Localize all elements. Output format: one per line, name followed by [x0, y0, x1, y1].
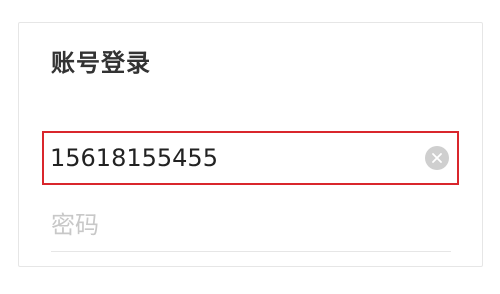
login-card: 账号登录: [18, 22, 483, 267]
password-field: [51, 199, 451, 252]
close-icon: [432, 153, 442, 163]
phone-field: [42, 131, 459, 185]
page-title: 账号登录: [51, 49, 151, 77]
phone-input[interactable]: [44, 132, 425, 184]
password-input[interactable]: [51, 199, 451, 251]
clear-icon[interactable]: [425, 146, 449, 170]
